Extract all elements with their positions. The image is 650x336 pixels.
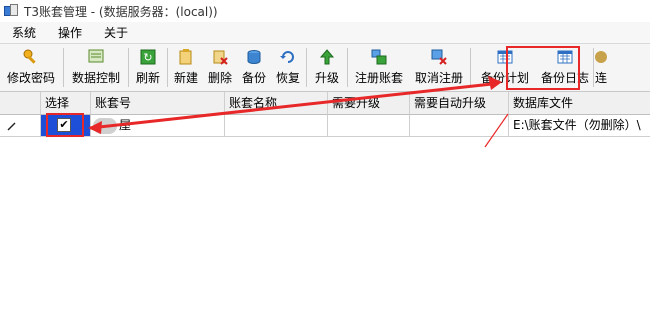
menu-operation[interactable]: 操作 — [46, 24, 92, 41]
toolbar-separator — [347, 48, 348, 87]
pencil-icon — [7, 122, 16, 131]
db-file-cell: E:\账套文件（勿删除）\ — [509, 115, 650, 137]
backup-label: 备份 — [241, 71, 266, 85]
unregister-label: 取消注册 — [414, 71, 463, 85]
new-label: 新建 — [173, 71, 198, 85]
window-title: T3账套管理 - (数据服务器：(local)) — [24, 4, 218, 19]
redaction-blur — [93, 118, 117, 134]
menu-bar: 系统 操作 关于 — [0, 22, 650, 44]
unregister-button[interactable]: 取消注册 — [409, 44, 469, 91]
refresh-button[interactable]: ↻ 刷新 — [130, 44, 166, 91]
title-bar: T3账套管理 - (数据服务器：(local)) — [0, 0, 650, 22]
needs-auto-upgrade-cell — [410, 115, 509, 137]
restore-button[interactable]: 恢复 — [271, 44, 305, 91]
new-icon — [177, 48, 195, 66]
upgrade-icon — [318, 48, 336, 66]
register-account-button[interactable]: 注册账套 — [349, 44, 409, 91]
key-icon — [22, 48, 40, 66]
column-header-db-file[interactable]: 数据库文件 — [509, 92, 650, 115]
account-no-text: 屋 — [119, 118, 132, 132]
delete-button[interactable]: 删除 — [203, 44, 237, 91]
data-control-label: 数据控制 — [71, 71, 120, 85]
change-password-button[interactable]: 修改密码 — [0, 44, 62, 91]
register-account-label: 注册账套 — [354, 71, 403, 85]
data-control-button[interactable]: 数据控制 — [65, 44, 127, 91]
change-password-label: 修改密码 — [6, 71, 55, 85]
app-icon — [4, 4, 20, 18]
restore-icon — [279, 48, 297, 66]
toolbar-separator — [128, 48, 129, 87]
connect-icon — [595, 48, 607, 66]
restore-label: 恢复 — [275, 71, 300, 85]
highlight-box-checkbox — [46, 113, 84, 137]
delete-label: 删除 — [207, 71, 232, 85]
row-indicator-header — [0, 92, 41, 115]
row-indicator — [0, 115, 41, 137]
toolbar-separator — [63, 48, 64, 87]
column-header-needs-auto-upgrade[interactable]: 需要自动升级 — [410, 92, 509, 115]
column-header-account-name[interactable]: 账套名称 — [225, 92, 328, 115]
column-header-select[interactable]: 选择 — [41, 92, 91, 115]
new-button[interactable]: 新建 — [169, 44, 203, 91]
account-name-cell — [225, 115, 328, 137]
column-header-needs-upgrade[interactable]: 需要升级 — [328, 92, 410, 115]
toolbar-separator — [306, 48, 307, 87]
unregister-icon — [430, 48, 448, 66]
menu-system[interactable]: 系统 — [0, 24, 46, 41]
needs-upgrade-cell — [328, 115, 410, 137]
register-icon — [370, 48, 388, 66]
refresh-label: 刷新 — [135, 71, 160, 85]
backup-button[interactable]: 备份 — [237, 44, 271, 91]
toolbar-separator — [470, 48, 471, 87]
connect-label: 连 — [595, 71, 607, 85]
menu-about[interactable]: 关于 — [92, 24, 138, 41]
account-no-cell: 屋 — [91, 115, 225, 137]
refresh-icon: ↻ — [139, 48, 157, 66]
connect-button[interactable]: 连 — [595, 44, 607, 91]
toolbar-separator — [167, 48, 168, 87]
delete-icon — [211, 48, 229, 66]
highlight-box-backup-plan — [506, 46, 580, 90]
svg-text:↻: ↻ — [143, 51, 152, 64]
toolbar-separator — [593, 48, 594, 87]
backup-icon — [245, 48, 263, 66]
upgrade-label: 升级 — [314, 71, 339, 85]
column-header-account-no[interactable]: 账套号 — [91, 92, 225, 115]
data-control-icon — [87, 48, 105, 66]
upgrade-button[interactable]: 升级 — [308, 44, 346, 91]
